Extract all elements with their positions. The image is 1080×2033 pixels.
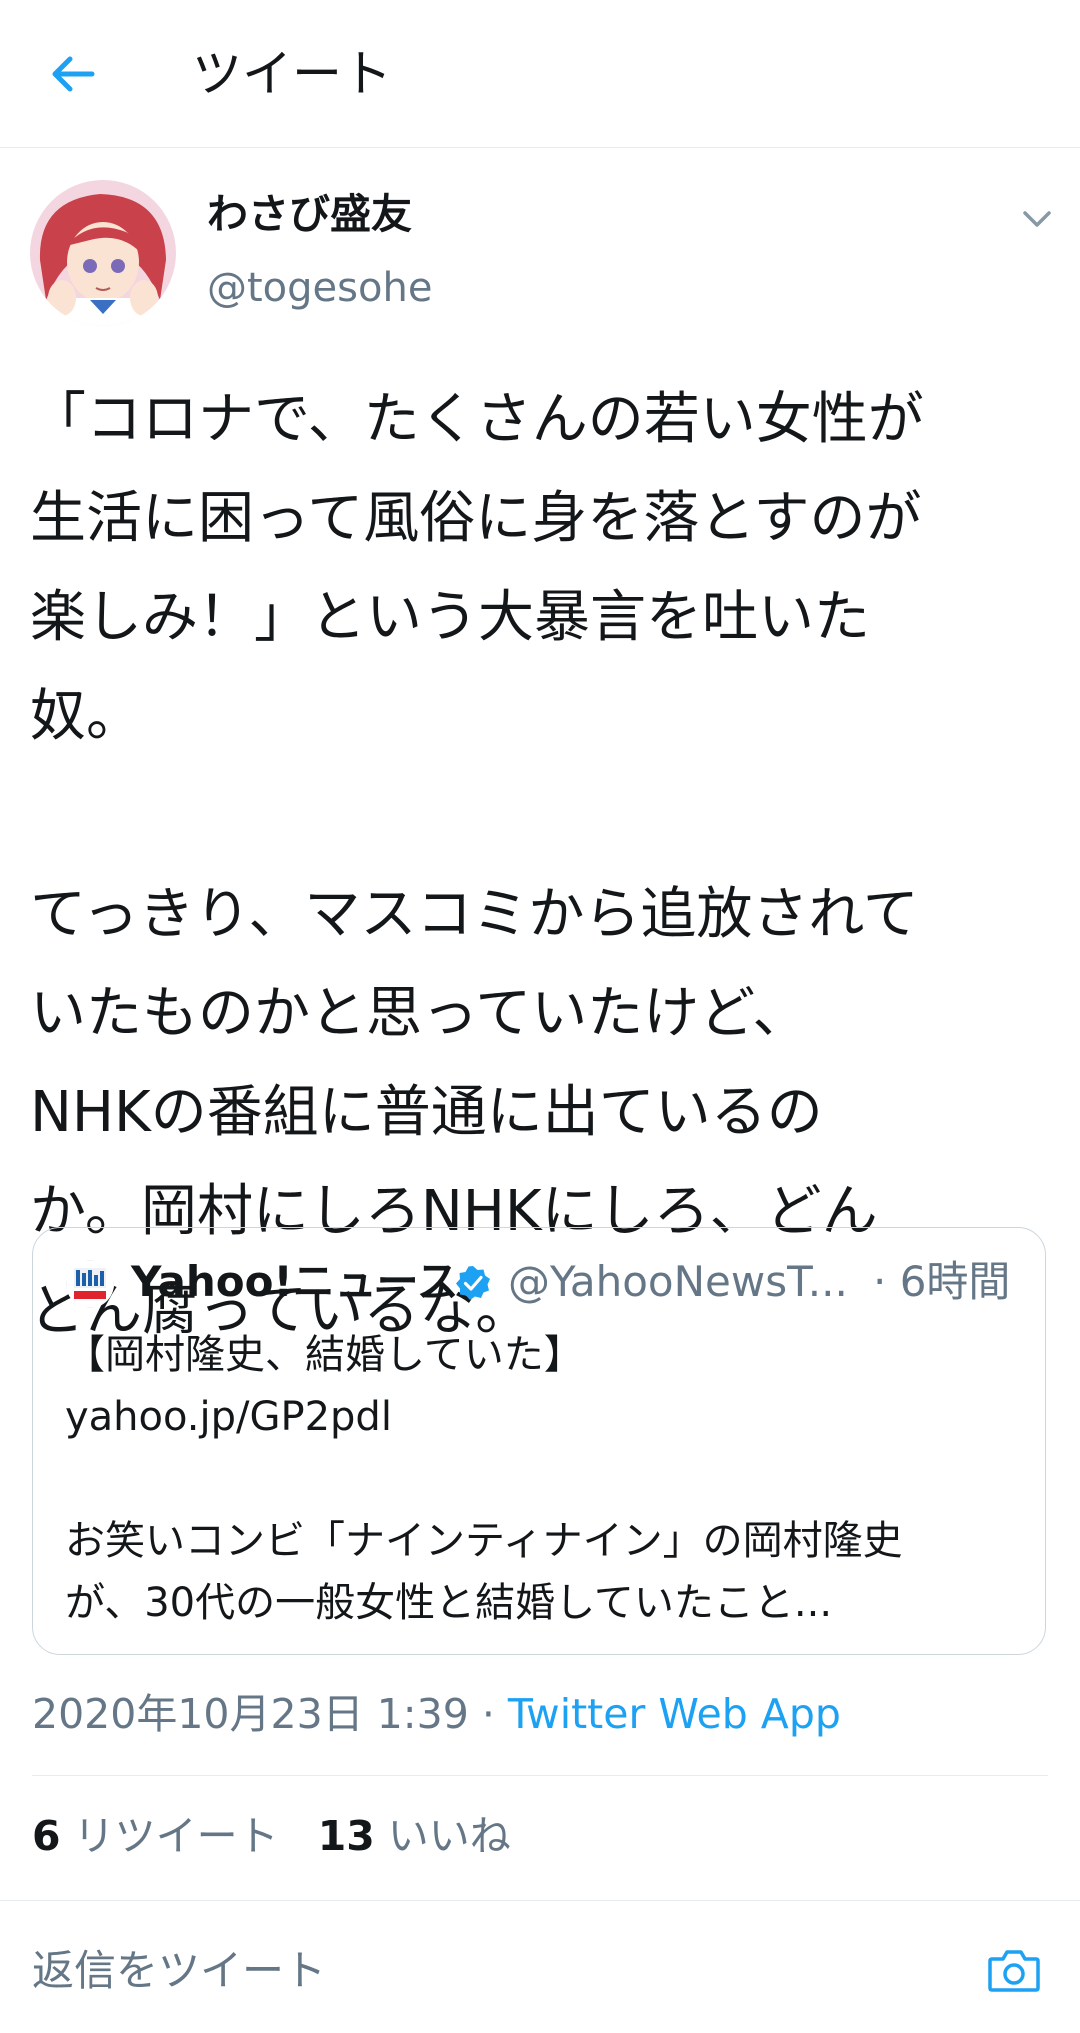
- author-display-name[interactable]: わさび盛友: [207, 188, 412, 240]
- quoted-author-handle: @YahooNewsT...: [508, 1257, 848, 1306]
- retweets-stat[interactable]: 6 リツイート: [32, 1812, 279, 1860]
- top-app-bar: ツイート: [0, 0, 1080, 148]
- quoted-author-name: Yahoo!ニュース: [131, 1257, 459, 1306]
- reply-composer-bar: 返信をツイート: [0, 1900, 1080, 2033]
- camera-icon[interactable]: [986, 1945, 1042, 1995]
- verified-badge-icon: [456, 1266, 490, 1300]
- author-handle[interactable]: @togesohe: [207, 262, 432, 314]
- author-avatar[interactable]: [30, 180, 176, 326]
- chevron-down-icon[interactable]: [1020, 206, 1054, 232]
- tweet-meta: 2020年10月23日 1:39 · Twitter Web App: [32, 1686, 841, 1742]
- meta-separator: ·: [468, 1690, 508, 1738]
- likes-label: いいね: [387, 1812, 511, 1860]
- tweet-timestamp: 2020年10月23日 1:39: [32, 1690, 469, 1738]
- source-app-link[interactable]: Twitter Web App: [508, 1690, 841, 1738]
- arrow-left-icon[interactable]: [46, 48, 98, 100]
- engagement-stats: 6 リツイート 13 いいね: [32, 1808, 511, 1864]
- quoted-author-avatar: [66, 1260, 114, 1308]
- likes-count: 13: [317, 1812, 375, 1860]
- retweets-count: 6: [32, 1812, 61, 1860]
- quoted-tweet-text: 【岡村隆史、結婚していた】 yahoo.jp/GP2pdl お笑いコンビ「ナイン…: [65, 1332, 903, 1626]
- retweets-label: リツイート: [73, 1812, 279, 1860]
- tweet-text: 「コロナで、たくさんの若い女性が 生活に困って風俗に身を落とすのが 楽しみ！」と…: [30, 387, 924, 1343]
- reply-input[interactable]: 返信をツイート: [32, 1943, 326, 1999]
- quoted-tweet-card[interactable]: Yahoo!ニュース @YahooNewsT... · 6時間 【岡村隆史、結婚…: [32, 1227, 1046, 1655]
- divider: [32, 1775, 1048, 1776]
- likes-stat[interactable]: 13 いいね: [318, 1812, 511, 1860]
- page-title: ツイート: [192, 45, 392, 103]
- quoted-tweet-time: · 6時間: [873, 1257, 1011, 1306]
